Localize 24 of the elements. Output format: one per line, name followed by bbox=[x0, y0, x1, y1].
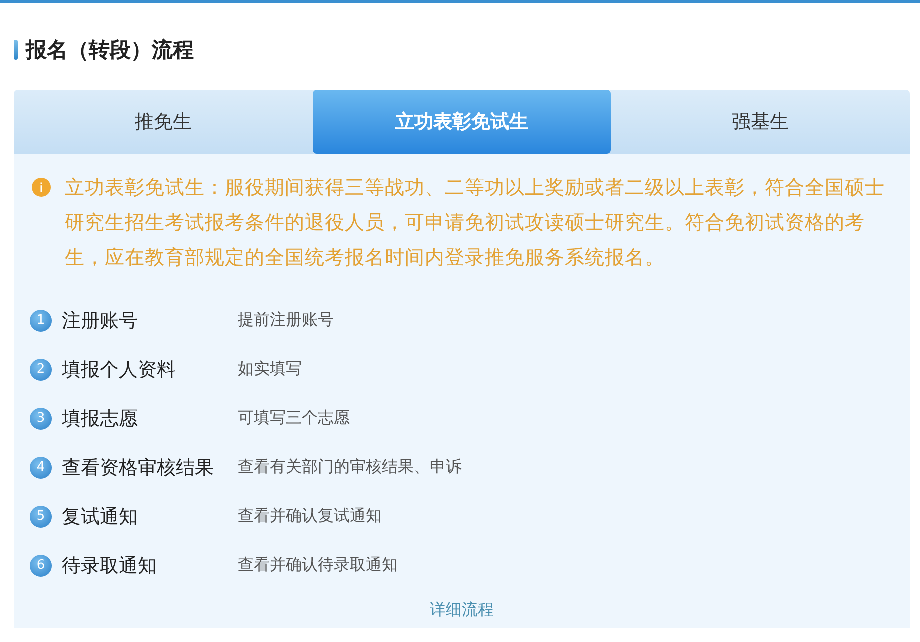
step-description: 查看并确认待录取通知 bbox=[238, 555, 398, 576]
step-number: 3 bbox=[30, 408, 52, 430]
step-description: 如实填写 bbox=[238, 359, 302, 380]
step-title: 填报个人资料 bbox=[62, 358, 177, 382]
title-accent-bar bbox=[14, 40, 18, 60]
step-title: 待录取通知 bbox=[62, 554, 158, 578]
step-description: 查看并确认复试通知 bbox=[238, 506, 382, 527]
step-number: 5 bbox=[30, 506, 52, 528]
step-title: 注册账号 bbox=[62, 308, 139, 334]
step-description: 查看有关部门的审核结果、申诉 bbox=[238, 457, 462, 478]
notice-text: 立功表彰免试生：服役期间获得三等战功、二等功以上奖励或者二级以上表彰，符合全国硕士研究生招生考试报考条件的退役人员，可申请免初试攻读硕士研究生。符合免初试资格的考生，应在教育部规定的全国统考报名时间内登录推免服务系统报名。 bbox=[65, 175, 886, 271]
step-number: 6 bbox=[30, 554, 52, 576]
step-title: 复试通知 bbox=[62, 504, 139, 530]
tab[interactable]: 强基生 bbox=[611, 90, 910, 154]
info-icon bbox=[32, 178, 51, 197]
step-number: 4 bbox=[30, 456, 52, 478]
step-number: 2 bbox=[30, 358, 52, 380]
step-number: 1 bbox=[30, 310, 52, 332]
section-title: 报名（转段）流程 bbox=[26, 37, 194, 64]
step-description: 可填写三个志愿 bbox=[238, 408, 350, 429]
step-title: 填报志愿 bbox=[62, 406, 139, 432]
step-description: 提前注册账号 bbox=[238, 310, 334, 331]
tab[interactable]: 推免生 bbox=[14, 90, 313, 154]
step-title: 查看资格审核结果 bbox=[62, 456, 215, 480]
